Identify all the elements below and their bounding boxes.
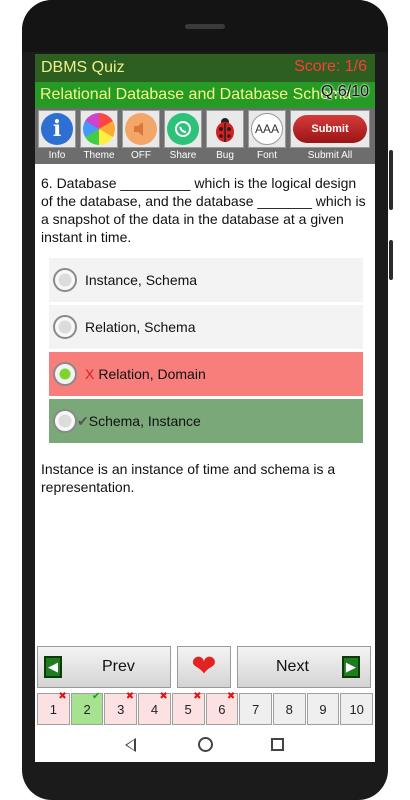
radio-button[interactable]	[53, 409, 77, 433]
option-text: Instance, Schema	[85, 272, 198, 288]
power-button	[389, 240, 393, 280]
radio-button[interactable]	[53, 315, 77, 339]
question-jump-6[interactable]: 6 ✖	[205, 691, 239, 725]
submit-all-button[interactable]: Submit Submit All	[289, 110, 371, 164]
explanation-text: Instance is an instance of time and sche…	[41, 461, 336, 495]
theme-button[interactable]: Theme	[79, 110, 119, 164]
bug-label: Bug	[216, 150, 234, 161]
question-number: 8	[285, 701, 293, 717]
question-number: 2	[83, 701, 91, 717]
question-jump-10[interactable]: 10	[340, 693, 374, 725]
info-label: Info	[48, 150, 66, 161]
sound-button[interactable]: OFF	[121, 110, 161, 164]
submit-icon[interactable]: Submit	[293, 115, 367, 143]
question-counter: Q.6/10	[320, 83, 369, 100]
option-3[interactable]: X Relation, Domain	[49, 352, 363, 396]
heart-icon: ❤	[191, 650, 217, 683]
recent-apps-icon[interactable]	[271, 738, 284, 751]
option-1[interactable]: Instance, Schema	[49, 258, 363, 302]
answer-options: Instance, Schema Relation, Schema X Rela…	[49, 258, 363, 443]
question-number: 1	[49, 701, 57, 717]
question-jump-8[interactable]: 8	[272, 693, 306, 725]
chapter-bar: Relational Database and Database Schema …	[35, 82, 375, 108]
font-button[interactable]: AAA Font	[247, 110, 287, 164]
sound-icon-box	[122, 110, 160, 148]
radio-button[interactable]	[53, 268, 77, 292]
share-label: Share	[169, 150, 197, 161]
question-number: 7	[251, 701, 260, 717]
question-jump-7[interactable]: 7	[239, 693, 272, 725]
chapter-title: Relational Database and Database Schema	[40, 86, 352, 103]
wrong-flag-icon: ✖	[58, 691, 67, 702]
volume-button	[389, 150, 393, 210]
question-number: 9	[319, 701, 327, 717]
next-button[interactable]: Next ▶	[237, 646, 371, 688]
font-icon-box: AAA	[248, 110, 286, 148]
question-jump-1[interactable]: 1 ✖	[37, 691, 70, 725]
theme-icon	[83, 113, 115, 145]
correct-flag-icon: ✔	[92, 691, 101, 702]
question-jump-4[interactable]: 4 ✖	[138, 691, 171, 725]
question-number: 10	[349, 701, 364, 717]
check-mark-icon: ✔	[77, 412, 89, 429]
option-2[interactable]: Relation, Schema	[49, 305, 363, 349]
option-text: Relation, Domain	[98, 366, 206, 382]
home-icon[interactable]	[198, 737, 213, 752]
next-label: Next	[276, 658, 309, 675]
app-title: DBMS Quiz	[41, 59, 125, 76]
bug-button[interactable]: Bug	[205, 110, 245, 164]
font-size-icon: AAA	[251, 113, 283, 145]
submit-all-label: Submit All	[307, 150, 353, 161]
ladybug-icon	[216, 118, 234, 142]
question-number: 6	[218, 701, 226, 717]
wrong-flag-icon: ✖	[125, 691, 135, 702]
prev-label: Prev	[102, 658, 135, 675]
app-screen: DBMS Quiz Score: 1/6 Relational Database…	[35, 54, 375, 762]
option-text: Relation, Schema	[85, 319, 196, 335]
sound-icon	[125, 113, 157, 145]
question-jump-2[interactable]: 2 ✔	[70, 691, 104, 725]
navigation-row: ◀ Prev ❤ Next ▶	[37, 646, 373, 688]
share-icon	[167, 113, 199, 145]
question-grid: 1 ✖ 2 ✔ 3 ✖ 4 ✖ 5 ✖ 6 ✖ 7 8 9 10	[37, 691, 374, 725]
back-icon[interactable]	[125, 738, 136, 752]
favorite-button[interactable]: ❤	[177, 646, 231, 688]
share-icon-box	[164, 110, 202, 148]
prev-button[interactable]: ◀ Prev	[37, 646, 171, 688]
question-jump-5[interactable]: 5 ✖	[171, 691, 205, 725]
score-label: Score: 1/6	[294, 58, 367, 75]
question-number: 5	[184, 701, 192, 717]
toolbar: i Info Theme OFF Share Bug AAA Font Subm…	[35, 108, 375, 164]
submit-icon-box: Submit	[290, 110, 370, 148]
info-icon: i	[41, 113, 73, 145]
question-jump-9[interactable]: 9	[306, 693, 340, 725]
wrong-flag-icon: ✖	[159, 691, 168, 702]
wrong-flag-icon: ✖	[226, 691, 236, 702]
option-4[interactable]: ✔ Schema, Instance	[49, 399, 363, 443]
title-bar: DBMS Quiz Score: 1/6	[35, 54, 375, 82]
info-button[interactable]: i Info	[37, 110, 77, 164]
wrong-mark-icon: X	[85, 366, 95, 382]
share-button[interactable]: Share	[163, 110, 203, 164]
question-number: 4	[150, 701, 159, 717]
sound-label: OFF	[131, 150, 151, 161]
theme-icon-box	[80, 110, 118, 148]
info-icon-box: i	[38, 110, 76, 148]
theme-label: Theme	[83, 150, 115, 161]
phone-device: DBMS Quiz Score: 1/6 Relational Database…	[0, 0, 410, 800]
option-text: Schema, Instance	[88, 413, 201, 429]
speaker-grille	[185, 24, 225, 29]
question-number: 3	[117, 701, 125, 717]
question-text: 6. Database _________ which is the logic…	[41, 175, 366, 245]
prev-arrow-icon: ◀	[44, 656, 62, 678]
next-arrow-icon: ▶	[341, 656, 360, 678]
system-navigation-bar	[35, 730, 375, 762]
wrong-flag-icon: ✖	[193, 691, 202, 702]
font-label: Font	[256, 150, 277, 161]
question-jump-3[interactable]: 3 ✖	[104, 691, 138, 725]
bug-icon-box	[206, 110, 244, 148]
radio-button[interactable]	[53, 362, 77, 386]
